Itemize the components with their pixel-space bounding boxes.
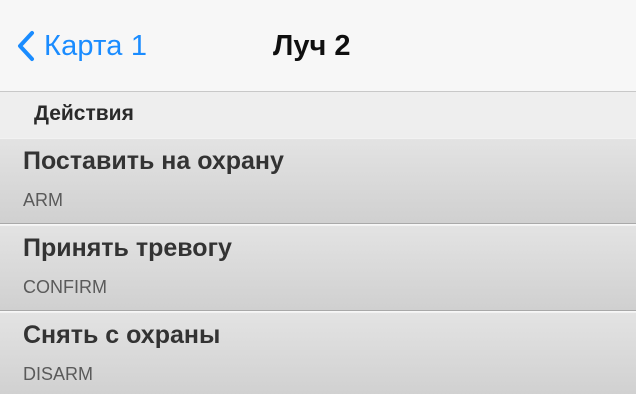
action-code: CONFIRM xyxy=(23,277,107,297)
action-row-disarm[interactable]: Снять с охраны DISARM xyxy=(0,312,636,394)
chevron-left-icon xyxy=(16,30,36,62)
action-title: Снять с охраны xyxy=(23,321,221,349)
screen: Карта 1 Луч 2 Действия Поставить на охра… xyxy=(0,0,636,394)
action-row-confirm[interactable]: Принять тревогу CONFIRM xyxy=(0,225,636,311)
action-code: ARM xyxy=(23,190,63,210)
action-code: DISARM xyxy=(23,364,94,384)
back-button[interactable]: Карта 1 xyxy=(16,24,147,68)
action-title: Принять тревогу xyxy=(23,234,232,262)
action-title: Поставить на охрану xyxy=(23,147,284,175)
page-title: Луч 2 xyxy=(273,30,351,62)
section-header-label: Действия xyxy=(34,102,134,125)
back-button-label: Карта 1 xyxy=(44,29,148,62)
section-header: Действия xyxy=(0,92,636,138)
navigation-bar: Карта 1 Луч 2 xyxy=(0,0,636,92)
action-row-arm[interactable]: Поставить на охрану ARM xyxy=(0,138,636,224)
